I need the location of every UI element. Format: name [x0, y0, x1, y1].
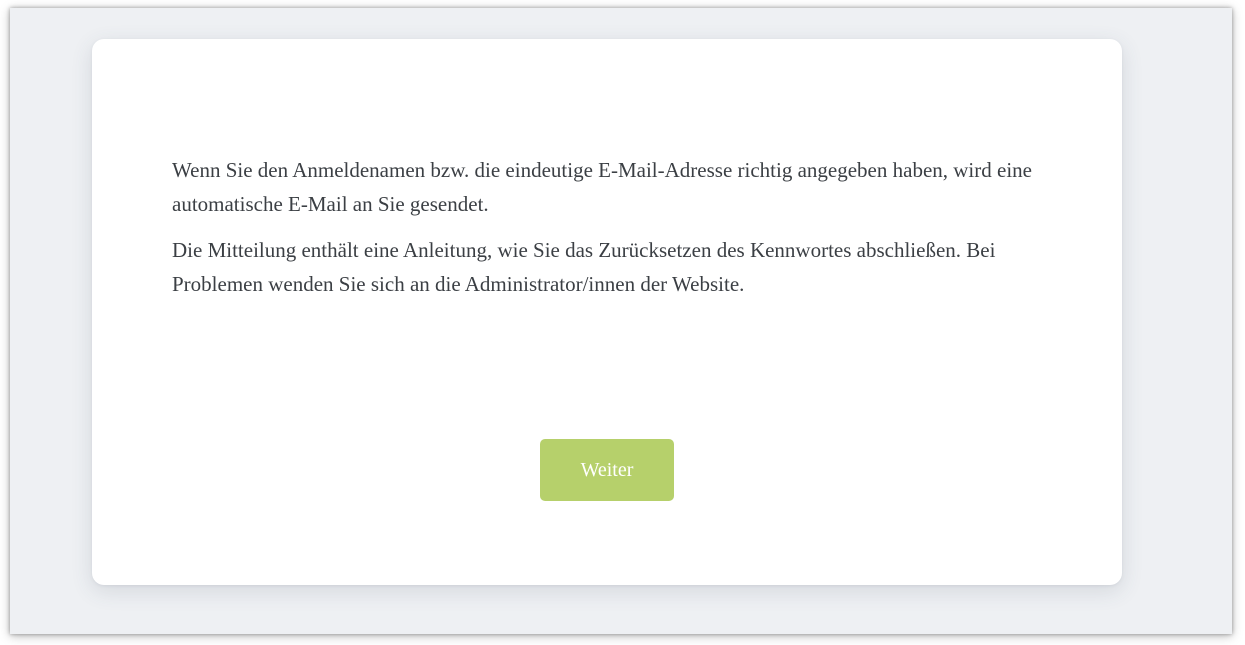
message-paragraph-2: Die Mitteilung enthält eine Anleitung, w… — [172, 238, 996, 296]
message-paragraph-1: Wenn Sie den Anmeldenamen bzw. die einde… — [172, 158, 1032, 216]
page-background: Wenn Sie den Anmeldenamen bzw. die einde… — [10, 8, 1232, 634]
button-row: Weiter — [92, 439, 1122, 501]
continue-button[interactable]: Weiter — [540, 439, 674, 501]
confirmation-message: Wenn Sie den Anmeldenamen bzw. die einde… — [172, 153, 1052, 313]
confirmation-card: Wenn Sie den Anmeldenamen bzw. die einde… — [92, 39, 1122, 585]
